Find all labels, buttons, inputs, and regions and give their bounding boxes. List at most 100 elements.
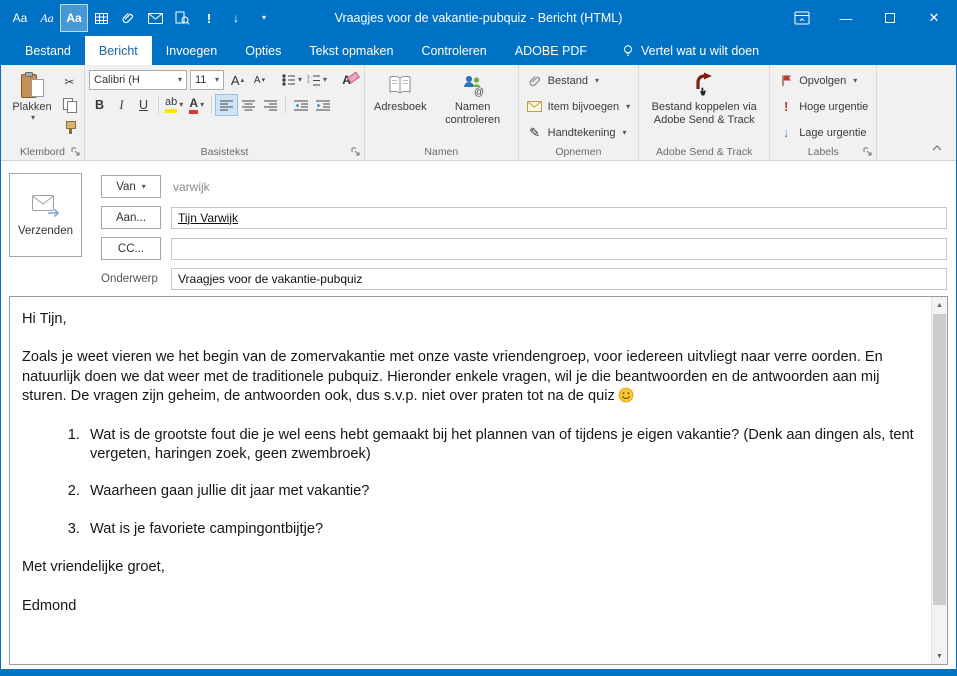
ribbon-display-options-button[interactable]: [780, 0, 824, 36]
cc-field[interactable]: [171, 237, 947, 260]
format-painter-button[interactable]: [59, 118, 80, 138]
aa-icon: Aa: [12, 11, 28, 25]
high-importance-button[interactable]: ! Hoge urgentie: [774, 96, 872, 117]
text-highlight-button[interactable]: ab ▾: [163, 95, 185, 115]
ribbon-display-options-icon: [794, 11, 810, 25]
low-importance-qat-button[interactable]: ↓: [223, 5, 249, 31]
align-right-button[interactable]: [260, 95, 281, 115]
down-triangle-icon: ▾: [261, 76, 266, 84]
group-label-names: Namen: [424, 146, 459, 158]
tab-invoegen[interactable]: Invoegen: [152, 36, 231, 65]
chevron-down-icon: ▾: [141, 181, 146, 191]
collapse-ribbon-button[interactable]: [928, 141, 946, 155]
attach-file-button[interactable]: Bestand ▾: [523, 70, 603, 91]
check-names-icon: @: [463, 75, 484, 97]
table-button[interactable]: [88, 5, 114, 31]
to-field[interactable]: Tijn Varwijk: [171, 206, 947, 229]
paste-button[interactable]: Plakken ▾: [5, 68, 59, 122]
ribbon-group-tags: Opvolgen ▾ ! Hoge urgentie ↓ Lage urgent…: [770, 65, 878, 160]
print-preview-icon: [175, 11, 189, 25]
high-importance-icon: !: [784, 99, 789, 114]
maximize-icon: [885, 13, 895, 23]
dropdown-icon: ▾: [30, 112, 35, 122]
print-preview-button[interactable]: [169, 5, 195, 31]
low-importance-button[interactable]: ↓ Lage urgentie: [774, 122, 870, 143]
chevron-down-icon: ▾: [261, 13, 266, 22]
cut-button[interactable]: ✂: [59, 72, 80, 92]
recipient-name[interactable]: Tijn Varwijk: [178, 211, 238, 225]
scrollbar-track[interactable]: [932, 313, 947, 648]
bullets-button[interactable]: ▾: [280, 70, 304, 90]
tab-adobe-pdf[interactable]: ADOBE PDF: [501, 36, 601, 65]
tell-me-input[interactable]: Vertel wat u wilt doen: [607, 36, 773, 65]
check-names-button[interactable]: @ Namen controleren: [432, 68, 514, 126]
close-button[interactable]: ✕: [912, 0, 956, 36]
tab-bestand[interactable]: Bestand: [11, 36, 85, 65]
font-size-select[interactable]: 11 ▾: [190, 70, 224, 90]
follow-up-button[interactable]: Opvolgen ▾: [774, 70, 861, 91]
font-color-button[interactable]: A ▾: [186, 95, 207, 115]
font-family-select[interactable]: Calibri (H ▾: [89, 70, 187, 90]
chevron-down-icon: ▾: [323, 75, 328, 84]
aa-style-1-button[interactable]: Aa: [7, 5, 33, 31]
send-button[interactable]: Verzenden: [9, 173, 82, 257]
adobe-send-track-button[interactable]: Bestand koppelen via Adobe Send & Track: [643, 68, 765, 126]
address-book-button[interactable]: Adresboek: [369, 68, 432, 114]
decrease-indent-icon: [293, 100, 308, 110]
tab-opties[interactable]: Opties: [231, 36, 295, 65]
ribbon-group-adobe: Bestand koppelen via Adobe Send & Track …: [639, 65, 771, 160]
bold-button[interactable]: B: [89, 95, 110, 115]
tags-dialog-launcher[interactable]: [863, 147, 873, 157]
align-center-button[interactable]: [238, 95, 259, 115]
to-row: Aan... Tijn Varwijk: [101, 206, 947, 229]
high-importance-qat-button[interactable]: !: [196, 5, 222, 31]
chevron-down-icon: ▾: [179, 100, 184, 109]
decrease-indent-button[interactable]: [290, 95, 311, 115]
tab-controleren[interactable]: Controleren: [407, 36, 500, 65]
ribbon-group-names: Adresboek @ Namen controleren Namen: [365, 65, 519, 160]
from-button[interactable]: Van ▾: [101, 175, 161, 198]
clipboard-dialog-launcher[interactable]: [71, 147, 81, 157]
cc-button[interactable]: CC...: [101, 237, 161, 260]
shrink-font-button[interactable]: A ▾: [249, 70, 270, 90]
align-left-button[interactable]: [215, 94, 239, 116]
tab-bericht[interactable]: Bericht: [84, 36, 152, 65]
attach-item-button[interactable]: Item bijvoegen ▾: [523, 96, 635, 117]
attach-file-qat-button[interactable]: [115, 5, 141, 31]
increase-indent-button[interactable]: [312, 95, 333, 115]
to-button[interactable]: Aan...: [101, 206, 161, 229]
low-importance-icon: ↓: [233, 11, 239, 25]
from-row: Van ▾ varwijk: [101, 175, 947, 198]
high-importance-icon: !: [206, 10, 212, 26]
minimize-button[interactable]: —: [824, 0, 868, 36]
scroll-down-button[interactable]: ▼: [932, 648, 947, 664]
mail-button[interactable]: [142, 5, 168, 31]
dialog-launcher-icon: [351, 147, 360, 156]
underline-button[interactable]: U: [133, 95, 154, 115]
clear-formatting-button[interactable]: A: [339, 70, 360, 90]
chevron-down-icon: ▾: [214, 75, 219, 84]
numbering-button[interactable]: 1. 2. ▾: [305, 70, 329, 90]
subject-field[interactable]: Vraagjes voor de vakantie-pubquiz: [171, 268, 947, 290]
dialog-launcher-icon: [863, 147, 872, 156]
maximize-button[interactable]: [868, 0, 912, 36]
paperclip-icon: [529, 75, 540, 86]
paragraph-1: Zoals je weet vieren we het begin van de…: [22, 349, 883, 405]
chevron-down-icon: ▾: [595, 75, 600, 85]
aa-style-3-button[interactable]: Aa: [60, 4, 88, 32]
grow-font-button[interactable]: A ▴: [227, 70, 248, 90]
chevron-down-icon: ▾: [853, 75, 858, 85]
customize-qat-button[interactable]: ▾: [250, 5, 276, 31]
signature-button[interactable]: ✎ Handtekening ▾: [523, 122, 631, 143]
italic-button[interactable]: I: [111, 95, 132, 115]
tab-tekst-opmaken[interactable]: Tekst opmaken: [295, 36, 407, 65]
window-controls: — ✕: [780, 0, 956, 36]
basic-text-dialog-launcher[interactable]: [351, 147, 361, 157]
scrollbar-thumb[interactable]: [933, 314, 946, 606]
svg-text:@: @: [474, 87, 484, 97]
scroll-up-button[interactable]: ▲: [932, 297, 947, 313]
copy-button[interactable]: [59, 95, 80, 115]
aa-style-2-button[interactable]: Aa: [34, 5, 60, 31]
scrollbar[interactable]: ▲ ▼: [931, 297, 947, 664]
message-body[interactable]: Hi Tijn, Zoals je weet vieren we het beg…: [10, 297, 931, 664]
